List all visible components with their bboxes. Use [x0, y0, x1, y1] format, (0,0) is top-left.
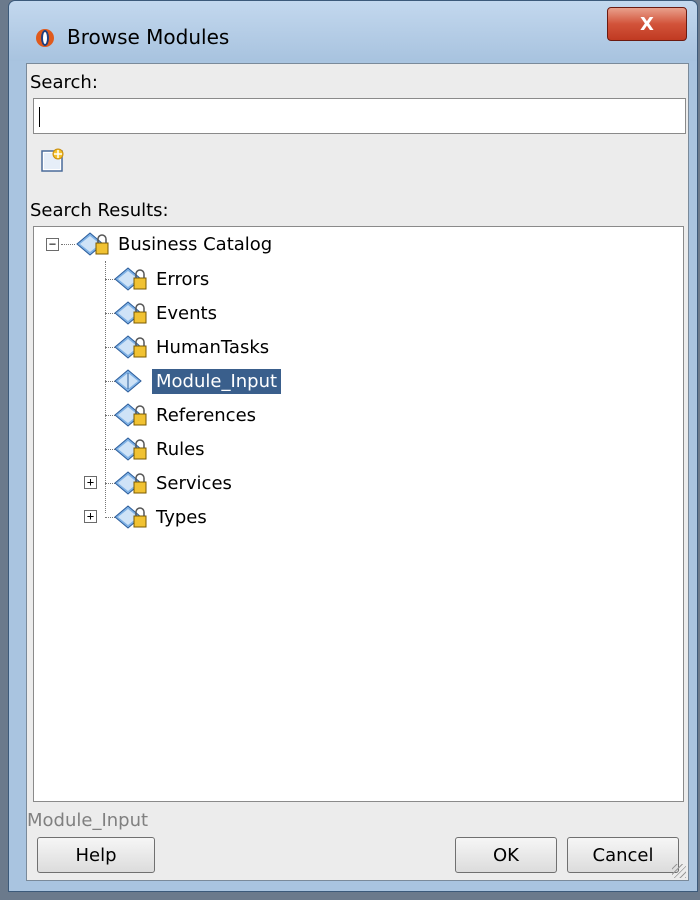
module-icon — [114, 369, 142, 393]
tree-node-label: Business Catalog — [118, 233, 273, 255]
locked-module-icon — [114, 437, 147, 461]
help-button[interactable]: Help — [37, 837, 155, 873]
resize-grip[interactable] — [672, 864, 686, 878]
tree-node-label: Types — [156, 506, 207, 528]
help-button-label: Help — [75, 844, 117, 866]
tree-node-errors[interactable]: Errors — [114, 264, 213, 294]
status-text: Module_Input — [27, 810, 149, 831]
ok-button[interactable]: OK — [455, 837, 557, 873]
tree-node-business-catalog[interactable]: Business Catalog — [76, 229, 276, 259]
browse-modules-dialog: Browse Modules X Search: Search Results: — [8, 0, 698, 892]
tree-node-label: Errors — [156, 268, 210, 290]
tree-node-rules[interactable]: Rules — [114, 434, 209, 464]
close-icon: X — [640, 13, 654, 35]
dialog-title: Browse Modules — [67, 25, 230, 49]
locked-module-icon — [114, 267, 147, 291]
new-item-icon[interactable] — [39, 146, 67, 174]
tree-node-references[interactable]: References — [114, 400, 260, 430]
locked-module-icon — [114, 471, 147, 495]
search-results-tree[interactable]: − + + Business Catalog Errors Events Hum… — [33, 226, 684, 802]
dialog-body: Search: Search Results: − + + Business C… — [26, 63, 689, 881]
text-caret — [39, 107, 40, 127]
locked-module-icon — [114, 335, 147, 359]
expand-icon[interactable]: + — [84, 476, 97, 489]
locked-module-icon — [76, 232, 109, 256]
search-results-label: Search Results: — [30, 200, 169, 221]
tree-node-services[interactable]: Services — [114, 468, 236, 498]
search-input[interactable] — [33, 98, 686, 134]
title-bar[interactable]: Browse Modules X — [9, 1, 697, 61]
tree-node-label: Rules — [156, 438, 205, 460]
tree-node-label: HumanTasks — [156, 336, 270, 358]
tree-line — [105, 261, 106, 513]
locked-module-icon — [114, 505, 147, 529]
cancel-button[interactable]: Cancel — [567, 837, 679, 873]
search-label: Search: — [30, 72, 98, 93]
cancel-button-label: Cancel — [592, 844, 654, 866]
collapse-icon[interactable]: − — [46, 238, 59, 251]
ok-button-label: OK — [493, 844, 519, 866]
close-button[interactable]: X — [607, 7, 687, 41]
tree-node-module-input[interactable]: Module_Input — [114, 366, 282, 396]
tree-node-label: Module_Input — [152, 368, 282, 394]
expand-icon[interactable]: + — [84, 510, 97, 523]
tree-node-label: Services — [156, 472, 232, 494]
tree-node-types[interactable]: Types — [114, 502, 211, 532]
app-icon — [36, 29, 54, 47]
tree-line — [61, 244, 75, 245]
locked-module-icon — [114, 301, 147, 325]
tree-node-label: Events — [156, 302, 217, 324]
tree-node-humantasks[interactable]: HumanTasks — [114, 332, 273, 362]
locked-module-icon — [114, 403, 147, 427]
tree-node-label: References — [156, 404, 257, 426]
tree-node-events[interactable]: Events — [114, 298, 221, 328]
